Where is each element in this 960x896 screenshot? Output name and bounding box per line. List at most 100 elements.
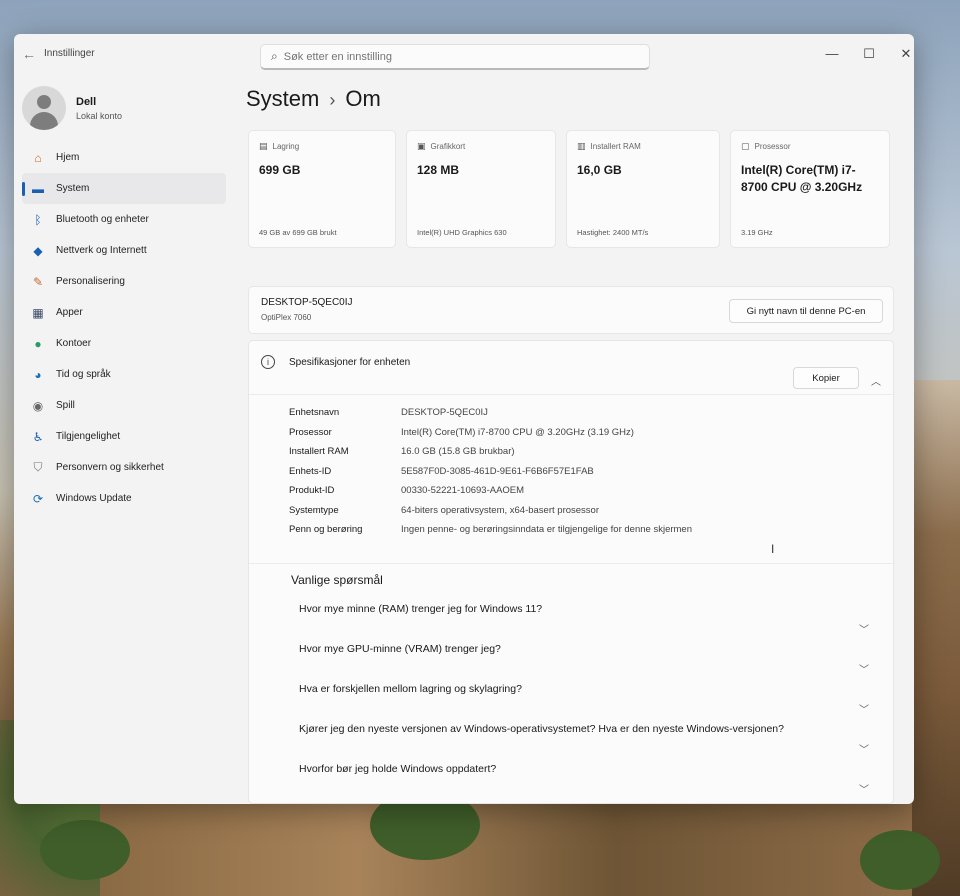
search-box[interactable]: ⌕	[260, 44, 650, 70]
sidebar-item-gaming[interactable]: ◉ Spill	[22, 390, 226, 421]
apps-icon: ▦	[32, 305, 44, 320]
sidebar-item-personalization[interactable]: ✎ Personalisering	[22, 266, 226, 297]
back-arrow-icon[interactable]: ←	[22, 46, 36, 62]
sidebar-item-privacy[interactable]: ⛉ Personvern og sikkerhet	[22, 452, 226, 483]
shield-icon: ⛉	[33, 460, 43, 474]
chevron-up-icon[interactable]: ︿	[871, 373, 881, 388]
info-icon: i	[261, 355, 275, 369]
spec-table: Enhetsnavn DESKTOP-5QEC0IJ Prosessor Intel…	[289, 403, 869, 540]
update-icon: ⟳	[32, 491, 44, 506]
spec-key: Prosessor	[289, 426, 332, 438]
spec-value: Intel(R) Core(TM) i7-8700 CPU @ 3.20GHz …	[401, 426, 634, 438]
faq-question: Hvor mye GPU-minne (VRAM) trenger jeg?	[299, 643, 501, 655]
spec-key: Produkt-ID	[289, 485, 335, 497]
spec-value: 5E587F0D-3085-461D-9E61-F6B6F57E1FAB	[401, 465, 594, 477]
sidebar: Dell Lokal konto ⌂ Hjem ▬ System ᛒ Bluet…	[14, 78, 238, 804]
divider	[249, 563, 895, 564]
storage-card[interactable]: ▤ Lagring 699 GB 49 GB av 699 GB brukt	[248, 130, 396, 248]
spec-row: Enhetsnavn DESKTOP-5QEC0IJ	[289, 403, 869, 423]
card-subtext: Intel(R) UHD Graphics 630	[417, 228, 507, 237]
sidebar-item-label: Hjem	[56, 152, 80, 163]
breadcrumb-parent[interactable]: System	[246, 86, 319, 111]
faq-item[interactable]: Kjører jeg den nyeste versjonen av Windo…	[299, 723, 869, 763]
storage-icon: ▤	[259, 141, 268, 151]
card-heading: Grafikkort	[430, 142, 466, 151]
ram-card[interactable]: ▥ Installert RAM 16,0 GB Hastighet: 2400 …	[566, 130, 720, 248]
sidebar-item-label: Kontoer	[56, 338, 92, 349]
spec-row: Installert RAM 16.0 GB (15.8 GB brukbar)	[289, 442, 869, 462]
sidebar-item-label: Personvern og sikkerhet	[56, 462, 164, 473]
sidebar-item-bluetooth[interactable]: ᛒ Bluetooth og enheter	[22, 204, 226, 235]
close-button[interactable]: ✕	[896, 46, 914, 62]
sidebar-item-apps[interactable]: ▦ Apper	[22, 297, 226, 328]
ram-icon: ▥	[577, 141, 586, 151]
sidebar-item-label: Spill	[56, 400, 75, 411]
pc-model: OptiPlex 7060	[261, 313, 312, 322]
page-title: Om	[345, 86, 381, 111]
spec-row: Systemtype 64-biters operativsystem, x64-…	[289, 501, 869, 521]
summary-cards: ▤ Lagring 699 GB 49 GB av 699 GB brukt ▣ G…	[248, 130, 894, 248]
maximize-button[interactable]: ☐	[859, 46, 879, 62]
device-specs-header[interactable]: i Spesifikasjoner for enheten Kopier ︿	[249, 341, 895, 395]
card-value: Intel(R) Core(TM) i7-8700 CPU @ 3.20GHz	[741, 163, 863, 194]
card-heading: Lagring	[272, 142, 300, 151]
faq-item[interactable]: Hvor mye GPU-minne (VRAM) trenger jeg? ﹀	[299, 643, 869, 683]
gpu-icon: ▣	[417, 141, 426, 151]
faq-question: Hva er forskjellen mellom lagring og sky…	[299, 683, 522, 695]
chevron-down-icon: ﹀	[859, 745, 869, 756]
sidebar-item-network[interactable]: ◆ Nettverk og Internett	[22, 235, 226, 266]
faq-question: Hvorfor bør jeg holde Windows oppdatert?	[299, 763, 497, 775]
sidebar-item-windows-update[interactable]: ⟳ Windows Update	[22, 483, 226, 514]
sidebar-item-label: Apper	[56, 307, 83, 318]
copy-button[interactable]: Kopier	[793, 367, 859, 389]
title-bar: ← Innstillinger ⌕ — ☐ ✕	[14, 34, 914, 78]
gpu-card[interactable]: ▣ Grafikkort 128 MB Intel(R) UHD Graphics…	[406, 130, 556, 248]
spec-row: Penn og berøring Ingen penne- og berøring…	[289, 520, 869, 540]
wallpaper-cliff-right	[912, 380, 960, 896]
accessibility-icon: ♿	[32, 429, 44, 444]
sidebar-item-label: Windows Update	[56, 493, 132, 504]
card-heading: Installert RAM	[590, 142, 641, 151]
spec-row: Enhets-ID 5E587F0D-3085-461D-9E61-F6B6F57…	[289, 462, 869, 482]
person-icon: ●	[34, 336, 42, 351]
wallpaper-bush	[40, 820, 130, 880]
card-value: 128 MB	[417, 163, 460, 177]
faq-item[interactable]: Hvor mye minne (RAM) trenger jeg for Win…	[299, 603, 869, 643]
spec-key: Enhetsnavn	[289, 407, 340, 419]
faq-item[interactable]: Hva er forskjellen mellom lagring og sky…	[299, 683, 869, 723]
user-name: Dell	[76, 95, 97, 108]
gamepad-icon: ◉	[32, 398, 44, 413]
globe-clock-icon: ◕	[34, 367, 42, 382]
cpu-card[interactable]: ▢ Prosessor Intel(R) Core(TM) i7-8700 CPU…	[730, 130, 890, 248]
user-profile[interactable]: Dell Lokal konto	[22, 86, 122, 130]
chevron-down-icon: ﹀	[859, 625, 869, 636]
chevron-down-icon: ﹀	[859, 705, 869, 716]
minimize-button[interactable]: —	[822, 46, 842, 61]
sidebar-item-accounts[interactable]: ● Kontoer	[22, 328, 226, 359]
home-icon: ⌂	[34, 150, 42, 165]
spec-row: Produkt-ID 00330-52221-10693-AAOEM	[289, 481, 869, 501]
faq-list: Hvor mye minne (RAM) trenger jeg for Win…	[299, 603, 869, 803]
nav-list: ⌂ Hjem ▬ System ᛒ Bluetooth og enheter ◆…	[22, 142, 226, 514]
cpu-icon: ▢	[741, 141, 750, 151]
card-subtext: 49 GB av 699 GB brukt	[259, 228, 337, 237]
sidebar-item-label: System	[56, 183, 90, 194]
sidebar-item-label: Tilgjengelighet	[56, 431, 121, 442]
spec-row: Prosessor Intel(R) Core(TM) i7-8700 CPU @…	[289, 423, 869, 443]
breadcrumb: System › Om	[246, 86, 381, 112]
sidebar-item-accessibility[interactable]: ♿ Tilgjengelighet	[22, 421, 226, 452]
brush-icon: ✎	[32, 274, 44, 289]
search-input[interactable]	[283, 50, 624, 63]
faq-item[interactable]: Hvorfor bør jeg holde Windows oppdatert?…	[299, 763, 869, 803]
sidebar-item-hjem[interactable]: ⌂ Hjem	[22, 142, 226, 173]
sidebar-item-label: Tid og språk	[56, 369, 111, 380]
card-subtext: 3.19 GHz	[741, 228, 773, 237]
sidebar-item-system[interactable]: ▬ System	[22, 173, 226, 204]
main-content: System › Om ▤ Lagring 699 GB 49 GB av 699 G…	[246, 78, 906, 804]
bluetooth-icon: ᛒ	[34, 212, 42, 227]
sidebar-item-label: Personalisering	[56, 276, 125, 287]
spec-key: Installert RAM	[289, 446, 349, 458]
sidebar-item-time-language[interactable]: ◕ Tid og språk	[22, 359, 226, 390]
rename-pc-button[interactable]: Gi nytt navn til denne PC-en	[729, 299, 883, 323]
avatar	[22, 86, 66, 130]
